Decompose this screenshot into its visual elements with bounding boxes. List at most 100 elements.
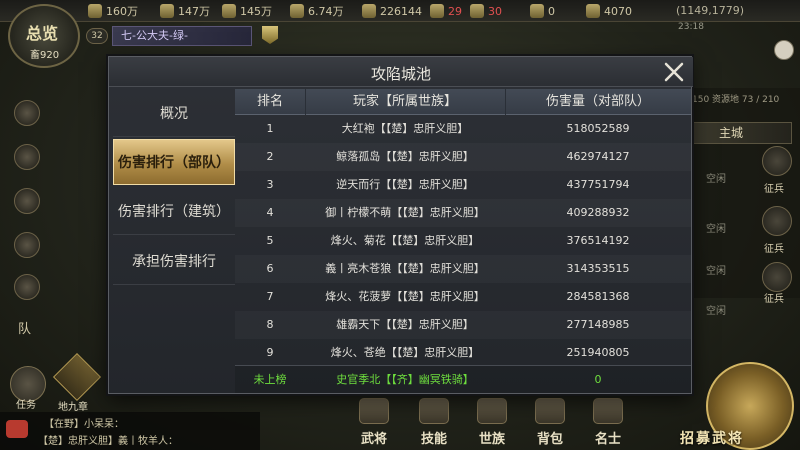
- self-rank-row: 未上榜 史官季北【【齐】幽冥铁骑】 0: [235, 365, 691, 393]
- table-row[interactable]: 8 雄霸天下【【楚】忠肝义胆】 277148985: [235, 311, 691, 339]
- conscript-label: 征兵: [764, 184, 784, 195]
- table-row[interactable]: 1 大红袍【【楚】忠肝义胆】 518052589: [235, 115, 691, 143]
- nav-scholars[interactable]: 名士: [586, 398, 630, 450]
- bag-icon: [535, 398, 565, 424]
- menu-damage-buildings[interactable]: 伤害排行（建筑）: [113, 189, 235, 235]
- rank-cell: 7: [266, 290, 274, 303]
- overview-value: 畜920: [30, 50, 60, 61]
- dialog-title: 攻陷城池: [370, 65, 431, 83]
- damage-cell: 437751794: [566, 178, 630, 191]
- rank-cell: 2: [266, 150, 274, 163]
- iron-icon: [160, 4, 174, 18]
- task-label: 任务: [16, 400, 36, 411]
- side-shortcut-icon[interactable]: [14, 274, 40, 300]
- resource-gem[interactable]: 0: [530, 3, 555, 19]
- table-row[interactable]: 4 御丨柠檬不萌【【楚】忠肝义胆】 409288932: [235, 199, 691, 227]
- bottom-nav: 武将 技能 世族 背包 名士: [352, 398, 652, 450]
- clan-icon: [477, 398, 507, 424]
- resource-capacity: 150 资源地 73 / 210: [692, 95, 780, 105]
- table-row[interactable]: 2 鲸落孤岛【【楚】忠肝义胆】 462974127: [235, 143, 691, 171]
- scholar-icon: [593, 398, 623, 424]
- conscript-icon[interactable]: [762, 146, 792, 176]
- chat-message: 【在野】小呆呆：: [44, 419, 124, 430]
- ranking-table: 排名 玩家【所属世族】 伤害量（对部队） 1 大红袍【【楚】忠肝义胆】 5180…: [235, 89, 691, 393]
- wood-icon: [88, 4, 102, 18]
- table-row[interactable]: 3 逆天而行【【楚】忠肝义胆】 437751794: [235, 171, 691, 199]
- nav-skills[interactable]: 技能: [412, 398, 456, 450]
- guide-label: 地九章: [58, 402, 88, 413]
- guide-icon[interactable]: [52, 352, 102, 402]
- nav-bag[interactable]: 背包: [528, 398, 572, 450]
- damage-cell: 409288932: [566, 206, 630, 219]
- map-coordinates[interactable]: (1149,1779): [676, 4, 744, 17]
- flag-icon[interactable]: [262, 26, 278, 44]
- player-cell: 烽火、苍绝【【楚】忠肝义胆】: [330, 346, 480, 359]
- empty-slot[interactable]: 空闲: [706, 262, 726, 277]
- rank-cell: 5: [266, 234, 274, 247]
- resource-stone[interactable]: 145万: [222, 3, 272, 19]
- resource-gold[interactable]: 4070: [586, 3, 632, 19]
- player-cell: 烽火、菊花【【楚】忠肝义胆】: [330, 234, 480, 247]
- rank-cell: 6: [266, 262, 274, 275]
- resource-copper[interactable]: 226144: [362, 3, 422, 19]
- chat-message: 【楚】忠肝义胆】義丨牧羊人：: [38, 436, 178, 447]
- empty-slot[interactable]: 空闲: [706, 302, 726, 317]
- rank-cell: 9: [266, 346, 274, 359]
- nav-clan[interactable]: 世族: [470, 398, 514, 450]
- side-shortcut-icon[interactable]: [14, 144, 40, 170]
- side-shortcut-icon[interactable]: [14, 100, 40, 126]
- damage-cell: 518052589: [566, 122, 630, 135]
- self-rank-cell: 未上榜: [253, 373, 287, 386]
- menu-damage-taken[interactable]: 承担伤害排行: [113, 239, 235, 285]
- recruit-general-label: 招募武将: [680, 431, 744, 447]
- table-row[interactable]: 6 義丨亮木苍狼【【楚】忠肝义胆】 314353515: [235, 255, 691, 283]
- column-player: 玩家【所属世族】: [352, 94, 457, 109]
- empty-slot[interactable]: 空闲: [706, 220, 726, 235]
- general-icon: [359, 398, 389, 424]
- ranking-menu: 概况 伤害排行（部队） 伤害排行（建筑） 承担伤害排行: [113, 91, 235, 387]
- nav-generals[interactable]: 武将: [352, 398, 396, 450]
- ranking-rows[interactable]: 1 大红袍【【楚】忠肝义胆】 518052589 2 鲸落孤岛【【楚】忠肝义胆】…: [235, 115, 691, 365]
- map-pin-icon[interactable]: [774, 40, 794, 60]
- resource-wood[interactable]: 160万: [88, 3, 138, 19]
- conscript-icon[interactable]: [762, 206, 792, 236]
- conscript-label: 征兵: [764, 244, 784, 255]
- rank-cell: 1: [266, 122, 274, 135]
- resource-jade[interactable]: 30: [470, 3, 502, 19]
- resource-token[interactable]: 29: [430, 3, 462, 19]
- empty-slot[interactable]: 空闲: [706, 170, 726, 185]
- token-icon: [430, 4, 444, 18]
- player-cell: 義丨亮木苍狼【【楚】忠肝义胆】: [325, 262, 485, 275]
- table-row[interactable]: 9 烽火、苍绝【【楚】忠肝义胆】 251940805: [235, 339, 691, 365]
- table-row[interactable]: 5 烽火、菊花【【楚】忠肝义胆】 376514192: [235, 227, 691, 255]
- resource-grain[interactable]: 6.74万: [290, 3, 344, 19]
- table-row[interactable]: 7 烽火、花菠萝【【楚】忠肝义胆】 284581368: [235, 283, 691, 311]
- damage-cell: 284581368: [566, 290, 630, 303]
- damage-cell: 314353515: [566, 262, 630, 275]
- conscript-icon[interactable]: [762, 262, 792, 292]
- damage-cell: 462974127: [566, 150, 630, 163]
- copper-icon: [362, 4, 376, 18]
- resource-bar: 160万 147万 145万 6.74万 226144 29 30 0 4070…: [0, 0, 800, 22]
- player-cell: 烽火、花菠萝【【楚】忠肝义胆】: [325, 290, 485, 303]
- team-label[interactable]: 队: [18, 318, 31, 337]
- table-header: 排名 玩家【所属世族】 伤害量（对部队）: [235, 89, 691, 115]
- siege-ranking-dialog: 攻陷城池 概况 伤害排行（部队） 伤害排行（建筑） 承担伤害排行 排名 玩家【所…: [108, 56, 693, 394]
- menu-overview[interactable]: 概况: [113, 91, 235, 137]
- side-shortcut-icon[interactable]: [14, 188, 40, 214]
- stone-icon: [222, 4, 236, 18]
- close-icon: [664, 62, 684, 82]
- damage-cell: 376514192: [566, 234, 630, 247]
- side-shortcut-icon[interactable]: [14, 232, 40, 258]
- chat-box[interactable]: 【在野】小呆呆： 【楚】忠肝义胆】義丨牧羊人：: [0, 412, 260, 450]
- conscript-label: 征兵: [764, 294, 784, 305]
- damage-cell: 277148985: [566, 318, 630, 331]
- menu-damage-troops[interactable]: 伤害排行（部队）: [113, 139, 235, 185]
- resource-iron[interactable]: 147万: [160, 3, 210, 19]
- main-city-button[interactable]: 主城: [692, 122, 792, 144]
- rank-banner[interactable]: 七-公大夫-绿-: [112, 26, 252, 46]
- close-button[interactable]: [663, 61, 685, 83]
- self-player-cell: 史官季北【【齐】幽冥铁骑】: [336, 373, 474, 386]
- chat-icon[interactable]: [6, 420, 28, 438]
- player-cell: 御丨柠檬不萌【【楚】忠肝义胆】: [325, 206, 485, 219]
